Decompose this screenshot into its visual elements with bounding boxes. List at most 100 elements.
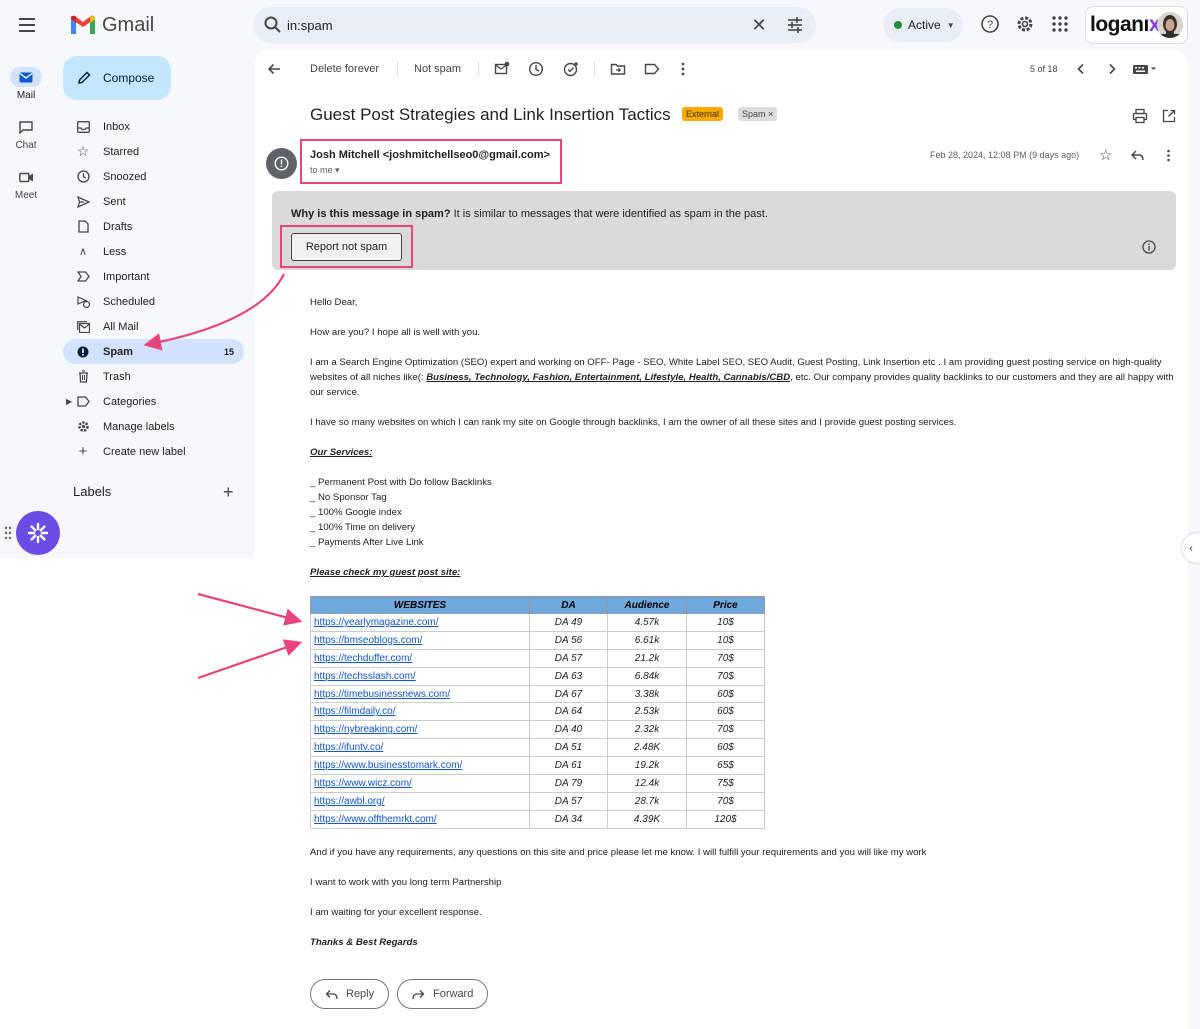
back-arrow-icon[interactable]: [266, 61, 282, 77]
recipient-details-toggle[interactable]: to me ▾: [310, 165, 340, 176]
sidebar-item-less[interactable]: ∧ Less: [63, 239, 244, 264]
expand-arrow-icon[interactable]: ▶: [66, 397, 72, 406]
sidebar-item-create-label[interactable]: + Create new label: [63, 439, 244, 464]
apps-grid-icon[interactable]: [1050, 14, 1070, 34]
inbox-icon: [76, 120, 90, 133]
sidebar-item-manage-labels[interactable]: Manage labels: [63, 414, 244, 439]
site-link[interactable]: https://www.offthemrkt.com/: [310, 809, 530, 829]
sidebar-item-drafts[interactable]: Drafts: [63, 214, 244, 239]
table-row: https://awbl.org/DA 57 28.7k 70$: [310, 791, 765, 811]
reply-button[interactable]: Reply: [310, 979, 390, 1009]
site-link[interactable]: https://bmseoblogs.com/: [310, 630, 530, 650]
chevron-left-icon: ‹: [1189, 542, 1193, 554]
site-link[interactable]: https://yearlymagazine.com/: [310, 613, 530, 632]
move-to-folder-icon[interactable]: [610, 61, 626, 77]
site-link[interactable]: https://www.businesstomark.com/: [310, 756, 530, 776]
not-spam-button[interactable]: Not spam: [414, 63, 461, 75]
site-link[interactable]: https://awbl.org/: [310, 791, 530, 811]
sidebar-item-spam[interactable]: Spam 15: [63, 339, 244, 364]
gmail-app: Gmail ✕ Active ▼ ? loganıx: [0, 0, 1200, 1029]
gmail-logo[interactable]: Gmail: [70, 12, 154, 38]
table-row: https://ifuntv.co/DA 51 2.48K 60$: [310, 738, 765, 758]
account-brand-chip[interactable]: loganıx: [1085, 6, 1188, 44]
plus-icon: +: [78, 443, 88, 460]
price-cell: 10$: [686, 613, 765, 632]
next-chevron-icon[interactable]: [1104, 61, 1120, 77]
services-heading: Our Services:: [310, 447, 373, 458]
message-toolbar: Delete forever Not spam 5 of 18: [254, 50, 1188, 88]
more-vertical-icon[interactable]: [675, 61, 691, 77]
label-tag-icon: [76, 396, 90, 407]
open-in-new-window-icon[interactable]: [1161, 108, 1177, 124]
mark-unread-icon[interactable]: [494, 61, 510, 77]
paragraph-4: And if you have any requirements, any qu…: [310, 847, 927, 858]
status-selector[interactable]: Active ▼: [883, 8, 963, 42]
audience-cell: 21.2k: [607, 648, 687, 668]
search-icon[interactable]: [263, 15, 283, 35]
input-tools-keyboard-icon[interactable]: [1132, 61, 1158, 77]
site-link[interactable]: https://www.wicz.com/: [310, 774, 530, 793]
reply-arrow-icon[interactable]: [1130, 148, 1145, 163]
paragraph-6: I am waiting for your excellent response…: [310, 907, 482, 918]
report-not-spam-button[interactable]: Report not spam: [291, 233, 402, 261]
help-icon[interactable]: ?: [980, 14, 1000, 34]
price-cell: 65$: [686, 756, 765, 776]
star-icon[interactable]: ☆: [1099, 146, 1112, 164]
compose-button[interactable]: Compose: [63, 56, 171, 100]
sidebar-item-starred[interactable]: ☆ Starred: [63, 139, 244, 164]
spam-label-chip[interactable]: Spam ×: [738, 107, 778, 121]
assistant-widget-button[interactable]: [16, 511, 60, 555]
sidebar-item-inbox[interactable]: Inbox: [63, 114, 244, 139]
audience-cell: 2.53k: [607, 702, 687, 722]
settings-gear-icon[interactable]: [1015, 14, 1035, 34]
sidebar-item-all-mail[interactable]: All Mail: [63, 314, 244, 339]
star-icon: ☆: [76, 143, 90, 159]
add-task-icon[interactable]: [563, 61, 579, 77]
sidebar-item-trash[interactable]: Trash: [63, 364, 244, 389]
search-input[interactable]: [287, 15, 727, 35]
price-cell: 70$: [686, 666, 765, 686]
sender-avatar[interactable]: [266, 148, 297, 179]
domain-authority-cell: DA 40: [529, 720, 608, 740]
service-item: _ Permanent Post with Do follow Backlink…: [310, 477, 492, 488]
sidebar-item-snoozed[interactable]: Snoozed: [63, 164, 244, 189]
price-cell: 60$: [686, 738, 765, 758]
sidebar-item-categories[interactable]: ▶ Categories: [63, 389, 244, 414]
site-link[interactable]: https://ifuntv.co/: [310, 738, 530, 758]
site-link[interactable]: https://nybreaking.com/: [310, 720, 530, 740]
print-icon[interactable]: [1132, 108, 1148, 124]
chevron-down-icon: ▼: [946, 20, 955, 30]
sidebar-item-sent[interactable]: Sent: [63, 189, 244, 214]
info-icon[interactable]: [1142, 240, 1156, 254]
sidebar-item-scheduled[interactable]: Scheduled: [63, 289, 244, 314]
rail-chat[interactable]: Chat: [0, 117, 52, 151]
previous-chevron-icon[interactable]: [1073, 61, 1089, 77]
audience-cell: 2.32k: [607, 720, 687, 740]
account-avatar[interactable]: [1157, 12, 1183, 38]
more-vertical-icon[interactable]: [1161, 148, 1176, 163]
label-icon[interactable]: [644, 61, 660, 77]
rail-meet[interactable]: Meet: [0, 167, 52, 201]
table-row: https://filmdaily.co/DA 64 2.53k 60$: [310, 702, 765, 722]
search-options-icon[interactable]: [785, 15, 805, 35]
main-menu-icon[interactable]: [14, 12, 40, 38]
delete-forever-button[interactable]: Delete forever: [310, 63, 379, 75]
sidebar-item-important[interactable]: Important: [63, 264, 244, 289]
sender-name-email[interactable]: Josh Mitchell <joshmitchellseo0@gmail.co…: [310, 149, 550, 161]
snooze-clock-icon[interactable]: [528, 61, 544, 77]
svg-text:?: ?: [987, 19, 993, 31]
clock-icon: [76, 170, 90, 183]
email-date: Feb 28, 2024, 12:08 PM (9 days ago): [930, 150, 1080, 160]
price-cell: 70$: [686, 791, 765, 811]
drag-handle-icon[interactable]: [4, 525, 12, 541]
rail-mail[interactable]: Mail: [0, 67, 52, 101]
site-link[interactable]: https://techsslash.com/: [310, 666, 530, 686]
site-link[interactable]: https://timebusinessnews.com/: [310, 684, 530, 704]
clear-search-icon[interactable]: ✕: [750, 16, 768, 34]
service-item: _ 100% Google index: [310, 507, 402, 518]
site-link[interactable]: https://techduffer.com/: [310, 648, 530, 668]
forward-button[interactable]: Forward: [397, 979, 489, 1009]
site-link[interactable]: https://filmdaily.co/: [310, 702, 530, 722]
add-label-plus-icon[interactable]: +: [223, 483, 234, 501]
warning-info-icon: [274, 156, 289, 171]
